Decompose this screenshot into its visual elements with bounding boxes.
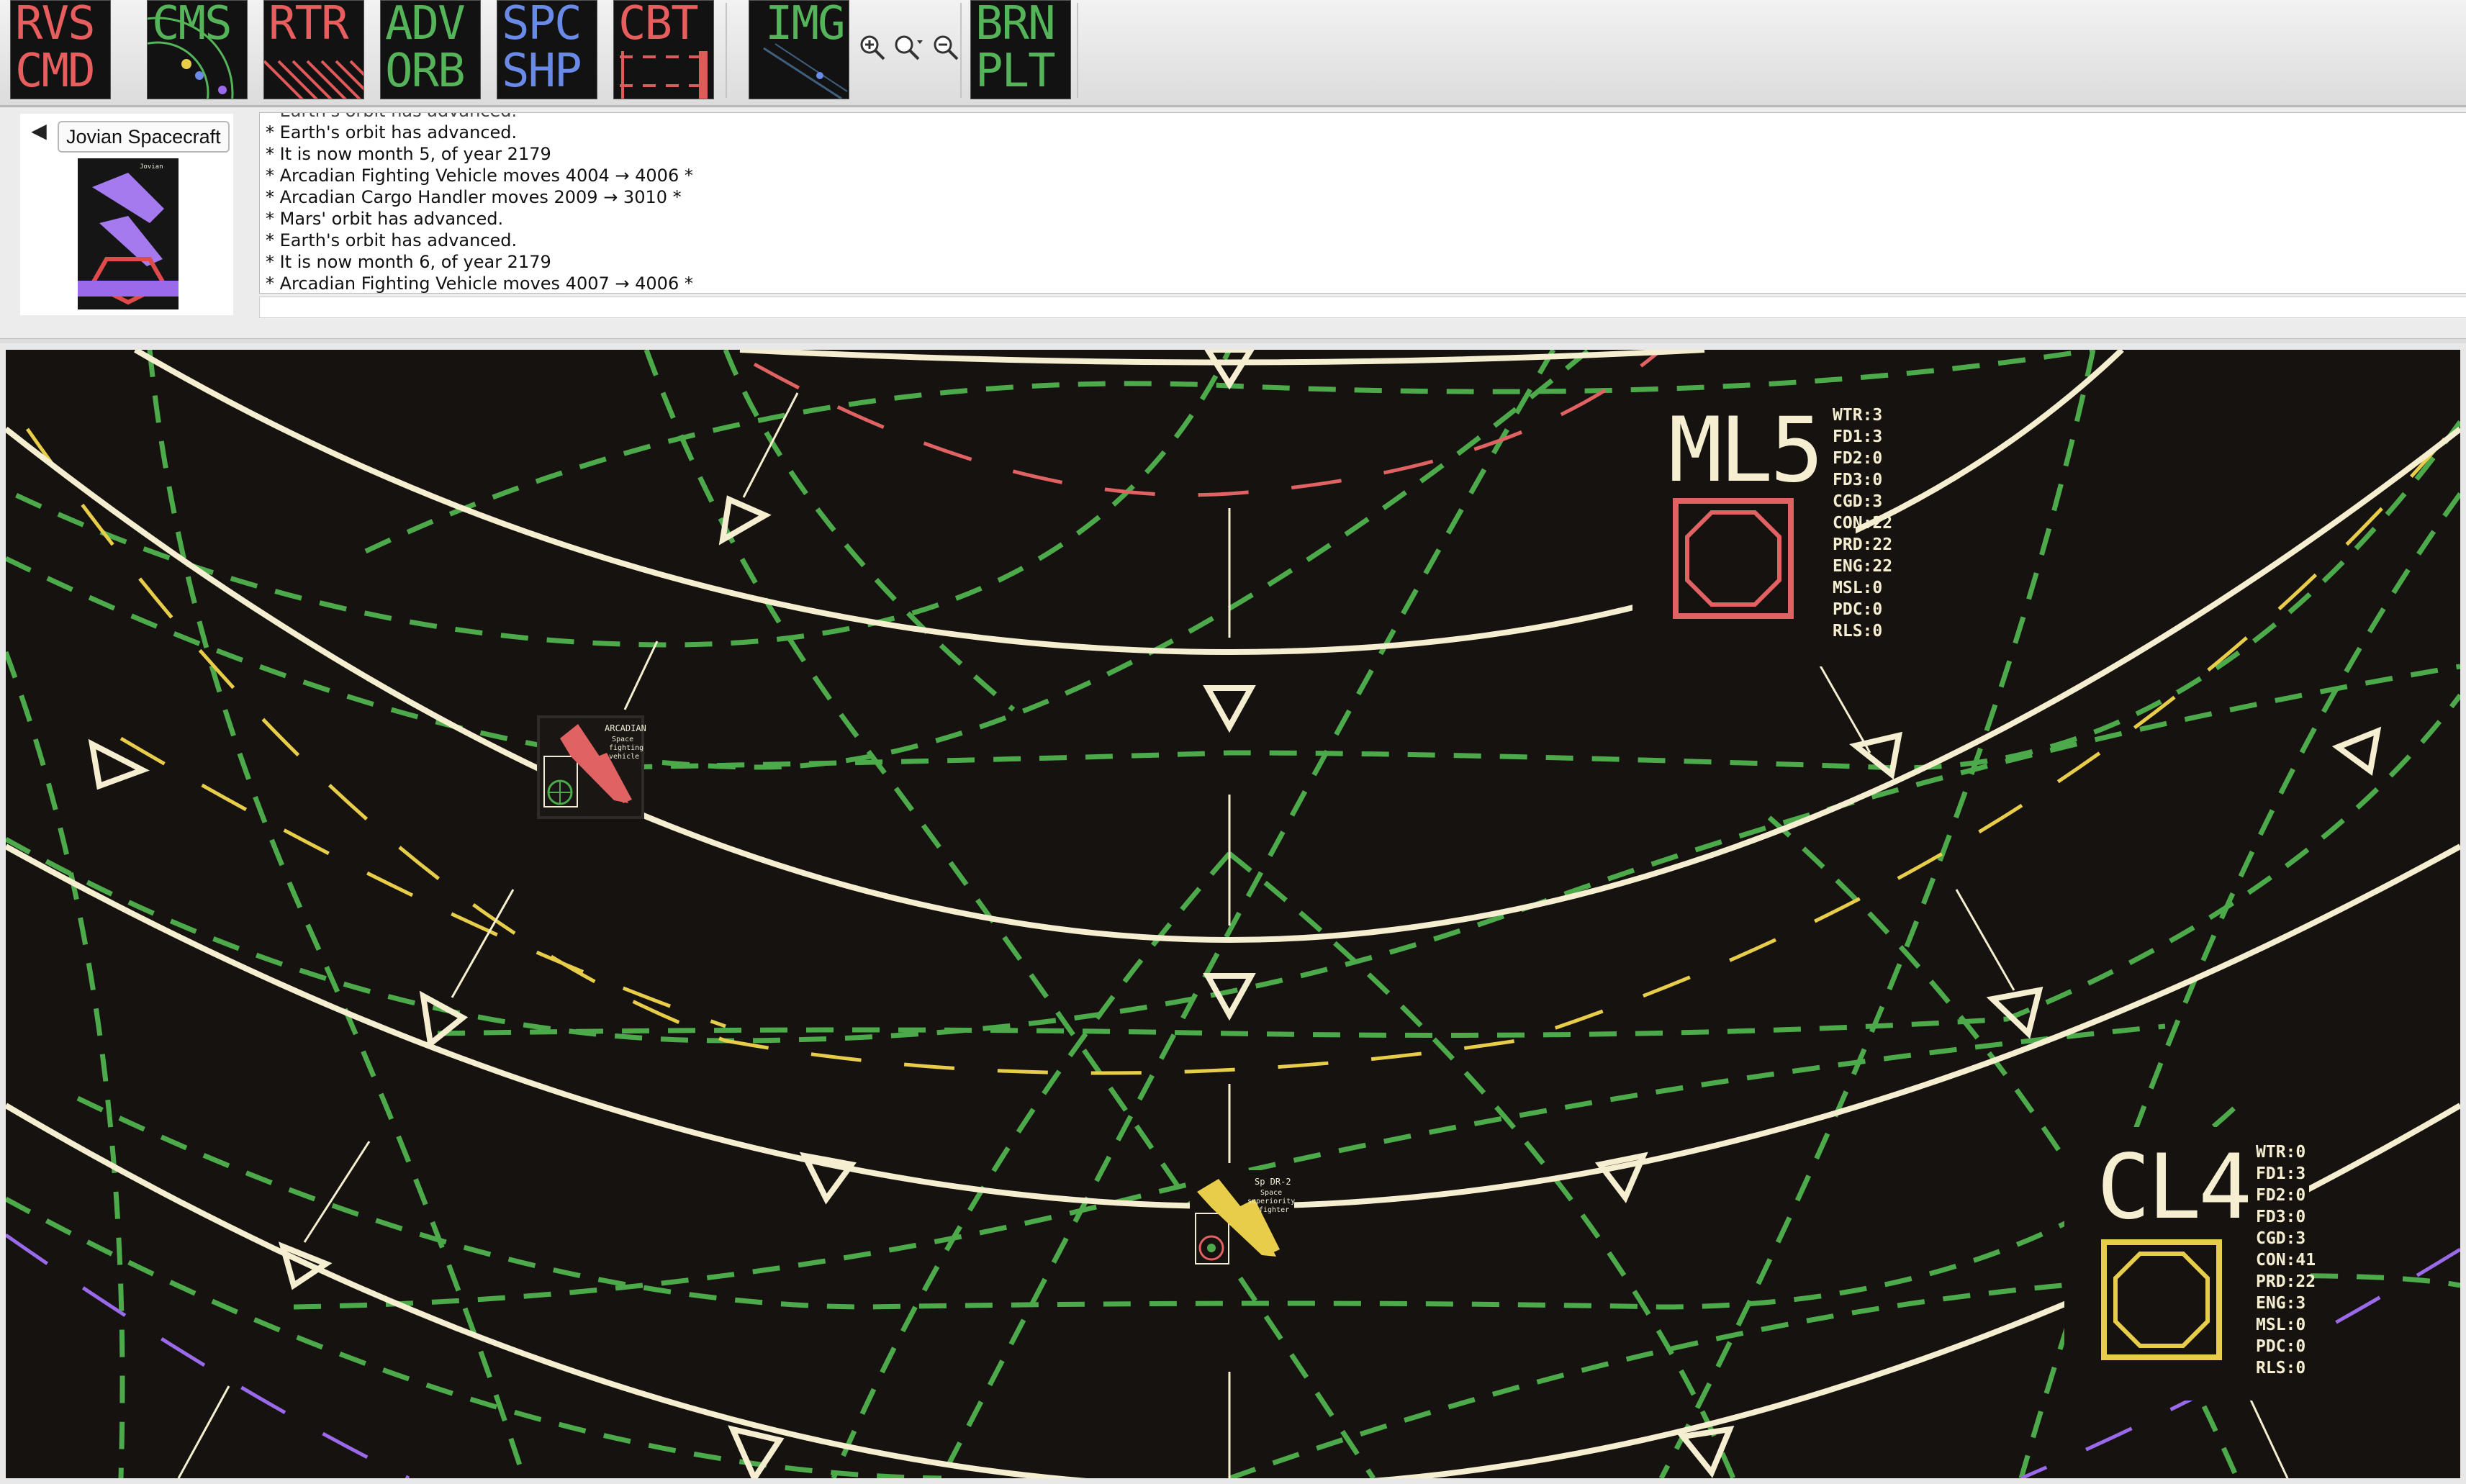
stat-fd2: FD2:0: [1833, 449, 1883, 468]
stat-rls: RLS:0: [1833, 622, 1883, 641]
log-line: * It is now month 5, of year 2179: [266, 144, 551, 164]
spacecraft-icon: Jovian: [78, 163, 179, 305]
button-label-line1: RVS: [15, 0, 96, 50]
zoom-menu-icon[interactable]: [893, 32, 924, 63]
mars-orbit-marks: [753, 350, 1663, 497]
button-label: RTR: [268, 0, 349, 50]
log-line: * Earth's orbit has advanced.: [266, 122, 518, 142]
event-log-lines: * Earth's orbit has advanced. * Earth's …: [266, 113, 693, 294]
stat-prd: PRD:22: [1833, 535, 1893, 554]
spc-shp-button[interactable]: SPC SHP: [497, 0, 597, 99]
log-line: * Arcadian Fighting Vehicle moves 4007 →…: [266, 273, 693, 294]
stat-fd1: FD1:3: [1833, 427, 1883, 446]
stat-rls: RLS:0: [2256, 1359, 2306, 1377]
svg-text:fighting: fighting: [609, 744, 643, 752]
event-log[interactable]: * Earth's orbit has advanced. * Earth's …: [259, 112, 2466, 294]
stat-con: CON:41: [2256, 1251, 2316, 1270]
planet-label-cl4[interactable]: CL4: [2097, 1143, 2252, 1232]
adv-orb-button[interactable]: ADV ORB: [380, 0, 481, 99]
stat-fd1: FD1:3: [2256, 1164, 2306, 1183]
ship-thumbnail[interactable]: Jovian: [78, 158, 179, 309]
planet-label-ml5[interactable]: ML5: [1668, 406, 1824, 495]
split-pane-divider[interactable]: [0, 338, 2466, 343]
stat-prd: PRD:22: [2256, 1272, 2316, 1291]
toolbar-separator: [726, 3, 727, 98]
svg-text:Sp DR-2: Sp DR-2: [1255, 1177, 1291, 1187]
stat-fd3: FD3:0: [2256, 1208, 2306, 1226]
button-label-line1: ADV: [385, 0, 466, 50]
command-input[interactable]: [259, 297, 2466, 318]
toolbar-separator: [1077, 3, 1078, 98]
button-label: CMS: [152, 0, 232, 50]
ship-panel: ◀ Jovian Spacecraft Jovian: [20, 114, 233, 315]
img-button[interactable]: IMG: [749, 0, 849, 99]
cbt-button[interactable]: CBT: [613, 0, 714, 99]
zoom-in-icon[interactable]: [857, 32, 888, 63]
ship-name-tab[interactable]: Jovian Spacecraft: [58, 121, 230, 153]
stat-fd2: FD2:0: [2256, 1186, 2306, 1205]
log-line: * Earth's orbit has advanced.: [266, 230, 518, 250]
stat-con: CON:22: [1833, 514, 1893, 533]
toolbar: RVS CMD CMS RTR ADV ORB SPC SHP CBT IMG …: [0, 0, 2466, 107]
stat-wtr: WTR:3: [1833, 406, 1883, 425]
svg-text:vehicle: vehicle: [609, 753, 639, 761]
stat-eng: ENG:22: [1833, 557, 1893, 576]
stat-wtr: WTR:0: [2256, 1143, 2306, 1162]
stat-msl: MSL:0: [1833, 579, 1883, 597]
orbit-map[interactable]: ARCADIAN Space fighting vehicle Sp DR-2 …: [6, 350, 2460, 1478]
svg-text:ARCADIAN: ARCADIAN: [605, 723, 646, 733]
stat-msl: MSL:0: [2256, 1316, 2306, 1334]
rtr-button[interactable]: RTR: [263, 0, 364, 99]
button-label-line2: ORB: [385, 45, 466, 98]
fighting-vehicle-icon: ARCADIAN Space fighting vehicle: [537, 715, 646, 819]
zoom-out-icon[interactable]: [930, 32, 962, 63]
planet-stats-cl4: WTR:0 FD1:3 FD2:0 FD3:0 CGD:3 CON:41 PRD…: [2256, 1141, 2316, 1379]
cargo-handler-icon: Sp DR-2 Space superiority fighter: [1190, 1170, 1295, 1271]
log-line: * Earth's orbit has advanced.: [266, 113, 693, 122]
rvs-cmd-button[interactable]: RVS CMD: [10, 0, 111, 99]
button-label-line1: SPC: [502, 0, 582, 50]
stat-eng: ENG:3: [2256, 1294, 2306, 1313]
info-panel: ◀ Jovian Spacecraft Jovian * Earth's orb…: [0, 108, 2466, 338]
toolbar-separator: [960, 3, 962, 98]
button-label-line2: CMD: [15, 45, 96, 98]
svg-text:superiority: superiority: [1247, 1198, 1295, 1205]
svg-text:Space: Space: [612, 736, 633, 743]
brn-plt-button[interactable]: BRN PLT: [970, 0, 1071, 99]
left-arrow-icon[interactable]: ◀: [24, 118, 53, 144]
orbit-slot-markers: [88, 350, 2382, 1478]
stat-pdc: PDC:0: [2256, 1337, 2306, 1356]
stat-pdc: PDC:0: [1833, 600, 1883, 619]
log-line: * Arcadian Cargo Handler moves 2009 → 30…: [266, 187, 682, 207]
planet-stats-ml5: WTR:3 FD1:3 FD2:0 FD3:0 CGD:3 CON:22 PRD…: [1833, 404, 1892, 642]
stat-cgd: CGD:3: [2256, 1229, 2306, 1248]
button-label-line1: BRN: [975, 0, 1056, 50]
svg-text:Jovian: Jovian: [140, 163, 163, 171]
button-label-line2: SHP: [502, 45, 582, 98]
cms-button[interactable]: CMS: [147, 0, 248, 99]
log-line: * Arcadian Fighting Vehicle moves 4004 →…: [266, 166, 693, 186]
button-label: IMG: [765, 0, 846, 50]
stat-fd3: FD3:0: [1833, 471, 1883, 489]
svg-text:Space: Space: [1260, 1189, 1282, 1197]
orbit-map-canvas: ARCADIAN Space fighting vehicle Sp DR-2 …: [6, 350, 2460, 1478]
stat-cgd: CGD:3: [1833, 492, 1883, 511]
button-label-line2: PLT: [975, 45, 1056, 98]
log-line: * It is now month 6, of year 2179: [266, 252, 551, 272]
svg-text:fighter: fighter: [1259, 1206, 1289, 1214]
button-label: CBT: [618, 0, 699, 50]
log-line: * Mars' orbit has advanced.: [266, 209, 504, 229]
